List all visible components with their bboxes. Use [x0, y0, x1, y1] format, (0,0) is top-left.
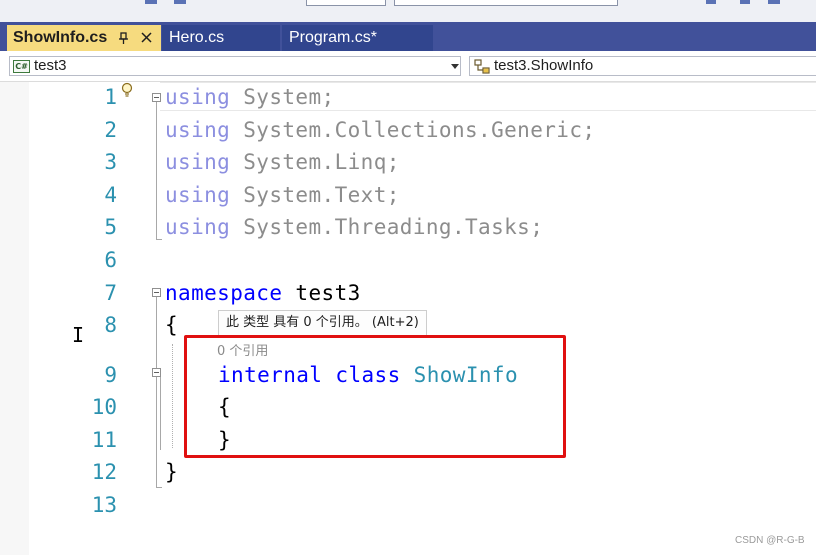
- toolbar-strip: [0, 0, 816, 22]
- line-number: 11: [91, 428, 117, 452]
- project-dropdown[interactable]: C# test3: [9, 56, 461, 76]
- toolbar-icon[interactable]: [145, 0, 157, 4]
- line-number: 4: [104, 183, 117, 207]
- tab-hero[interactable]: Hero.cs: [162, 25, 280, 51]
- line-number: 5: [104, 215, 117, 239]
- line-number: 3: [104, 150, 117, 174]
- line-number: 10: [91, 395, 117, 419]
- fold-guide: [156, 297, 157, 487]
- chevron-down-icon[interactable]: [451, 64, 459, 69]
- code-line-12[interactable]: }: [165, 458, 178, 486]
- line-number: 8: [104, 313, 117, 337]
- red-annotation-box: [184, 335, 566, 458]
- watermark: CSDN @R-G-B: [735, 535, 805, 546]
- code-line-2[interactable]: using System.Collections.Generic;: [165, 116, 595, 144]
- class-icon: [474, 59, 492, 80]
- type-name: test3.ShowInfo: [494, 57, 594, 74]
- fold-guide-end: [156, 487, 162, 488]
- line-number: 2: [104, 118, 117, 142]
- tab-program[interactable]: Program.cs*: [282, 25, 433, 51]
- navigation-bar: C# test3 test3.ShowInfo: [0, 51, 816, 82]
- editor-margin: [0, 82, 29, 555]
- line-number: 7: [104, 281, 117, 305]
- toolbar-icon[interactable]: [740, 0, 750, 4]
- toolbar-combo[interactable]: [394, 0, 618, 6]
- fold-guide: [156, 102, 157, 239]
- code-line-4[interactable]: using System.Text;: [165, 181, 400, 209]
- code-line-1[interactable]: using System;: [165, 83, 335, 111]
- code-editor[interactable]: 1 2 3 4 5 6 7 8 9 10 11 12 13 using Syst…: [0, 82, 816, 555]
- line-number: 9: [104, 363, 117, 387]
- project-name: test3: [34, 57, 67, 74]
- toolbar-icon[interactable]: [768, 0, 780, 4]
- code-line-3[interactable]: using System.Linq;: [165, 148, 400, 176]
- code-line-8[interactable]: {: [165, 311, 178, 339]
- type-dropdown[interactable]: test3.ShowInfo: [469, 56, 816, 76]
- toolbar-combo[interactable]: [306, 0, 386, 6]
- fold-guide: [160, 377, 161, 450]
- tab-label: Hero.cs: [169, 29, 225, 46]
- tab-label: Program.cs*: [289, 29, 378, 46]
- tab-label: ShowInfo.cs: [13, 29, 108, 46]
- code-line-5[interactable]: using System.Threading.Tasks;: [165, 213, 543, 241]
- indent-guide: [172, 344, 173, 448]
- reference-tooltip: 此 类型 具有 0 个引用。 (Alt+2): [218, 310, 427, 336]
- ibeam-cursor-icon: I: [72, 323, 85, 347]
- line-number: 13: [91, 493, 117, 517]
- collapse-icon[interactable]: [152, 288, 161, 297]
- csharp-project-icon: C#: [13, 60, 30, 73]
- line-number: 1: [104, 85, 117, 109]
- line-number: 12: [91, 460, 117, 484]
- line-number: 6: [104, 248, 117, 272]
- document-tab-bar: ShowInfo.cs Hero.cs Program.cs*: [0, 22, 816, 51]
- fold-guide-end: [156, 239, 162, 240]
- tab-showinfo[interactable]: ShowInfo.cs: [7, 25, 161, 51]
- collapse-icon[interactable]: [152, 368, 161, 377]
- toolbar-icon[interactable]: [174, 0, 186, 4]
- toolbar-icon[interactable]: [706, 0, 716, 4]
- code-line-7[interactable]: namespace test3: [165, 279, 361, 307]
- lightbulb-icon[interactable]: [120, 82, 134, 100]
- collapse-icon[interactable]: [152, 93, 161, 102]
